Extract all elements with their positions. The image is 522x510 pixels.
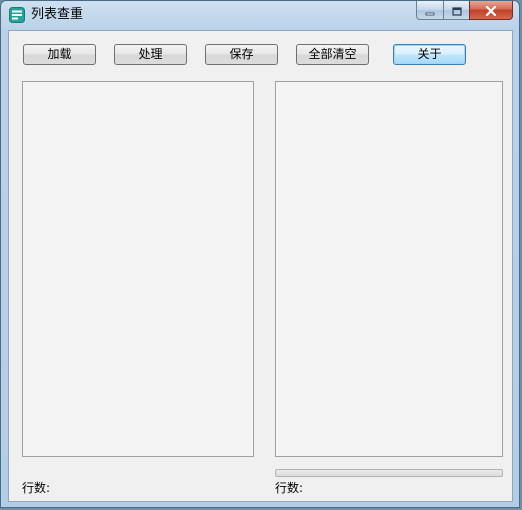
process-button[interactable]: 处理	[114, 44, 187, 65]
close-icon	[485, 1, 497, 20]
right-list[interactable]	[275, 81, 503, 457]
maximize-icon	[451, 1, 462, 20]
list-app-icon	[9, 7, 25, 23]
maximize-button[interactable]	[443, 1, 469, 20]
client-area: 加载 处理 保存 全部清空 关于 行数: 行数:	[8, 30, 513, 502]
save-button[interactable]: 保存	[205, 44, 278, 65]
minimize-button[interactable]	[416, 1, 443, 20]
caption-buttons	[416, 1, 513, 21]
close-button[interactable]	[469, 1, 513, 20]
title-bar[interactable]: 列表查重	[1, 1, 519, 29]
right-row-count-label: 行数:	[275, 481, 304, 495]
minimize-icon	[425, 1, 435, 20]
clear-all-button[interactable]: 全部清空	[296, 44, 369, 65]
progress-bar	[275, 469, 503, 477]
load-button[interactable]: 加载	[23, 44, 96, 65]
about-button[interactable]: 关于	[393, 44, 466, 65]
left-row-count-label: 行数:	[22, 481, 51, 495]
left-list[interactable]	[22, 81, 254, 457]
app-window: 列表查重 加载 处理 保存 全部清空 关于 行数: 行数:	[0, 0, 520, 508]
window-title: 列表查重	[31, 7, 84, 22]
